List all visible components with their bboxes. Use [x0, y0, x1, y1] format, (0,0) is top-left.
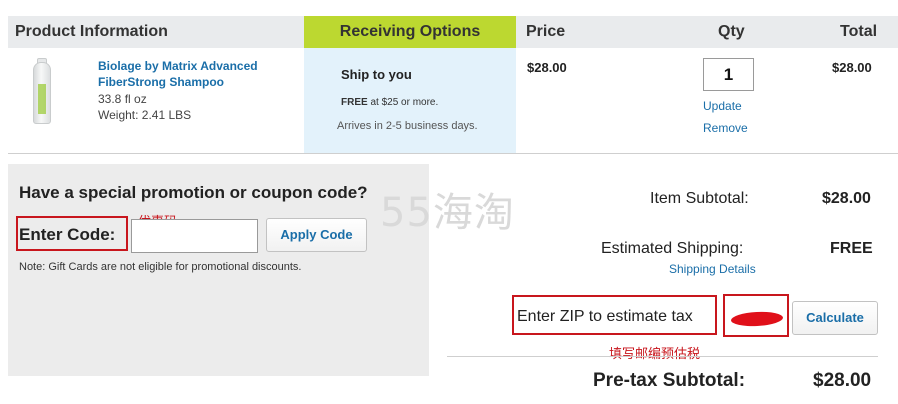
column-header-qty: Qty	[718, 23, 745, 40]
site-watermark: 55海淘	[380, 190, 515, 236]
enter-code-label: Enter Code:	[19, 225, 116, 244]
column-header-product: Product Information	[15, 23, 168, 40]
product-name-link[interactable]: Biolage by Matrix Advanced FiberStrong S…	[98, 58, 268, 90]
zip-annotation: 填写邮编预估税	[609, 346, 701, 361]
promo-title: Have a special promotion or coupon code?	[19, 183, 368, 202]
pretax-subtotal-label: Pre-tax Subtotal:	[593, 370, 746, 391]
quantity-input[interactable]: 1	[703, 58, 754, 91]
remove-item-link[interactable]: Remove	[703, 121, 748, 135]
column-header-receiving-options: Receiving Options	[304, 16, 516, 48]
product-size: 33.8 fl oz	[98, 92, 147, 106]
shipping-details-link[interactable]: Shipping Details	[669, 262, 756, 276]
estimated-shipping-label: Estimated Shipping:	[601, 240, 744, 257]
apply-code-button[interactable]: Apply Code	[266, 218, 367, 252]
item-subtotal-value: $28.00	[822, 190, 871, 207]
free-shipping-note: FREE at $25 or more.	[341, 97, 438, 108]
product-weight: Weight: 2.41 LBS	[98, 108, 192, 122]
item-subtotal-label: Item Subtotal:	[650, 190, 749, 207]
calculate-tax-button[interactable]: Calculate	[792, 301, 878, 335]
pretax-subtotal-value: $28.00	[813, 370, 872, 391]
column-header-total: Total	[840, 23, 878, 40]
zip-tax-label: Enter ZIP to estimate tax	[517, 308, 693, 325]
row-divider	[8, 153, 898, 154]
product-image-label	[38, 84, 46, 114]
update-quantity-link[interactable]: Update	[703, 99, 742, 113]
free-shipping-text: at $25 or more.	[367, 97, 439, 108]
item-total: $28.00	[832, 60, 872, 75]
ship-to-you-option[interactable]: Ship to you	[341, 67, 412, 82]
item-price: $28.00	[527, 60, 567, 75]
free-shipping-bold: FREE	[341, 97, 368, 108]
delivery-estimate: Arrives in 2-5 business days.	[337, 120, 478, 132]
promo-code-input[interactable]	[131, 219, 258, 253]
gift-card-note: Note: Gift Cards are not eligible for pr…	[19, 261, 302, 273]
column-header-price: Price	[526, 23, 566, 40]
summary-divider	[447, 356, 878, 357]
estimated-shipping-value: FREE	[830, 240, 873, 257]
